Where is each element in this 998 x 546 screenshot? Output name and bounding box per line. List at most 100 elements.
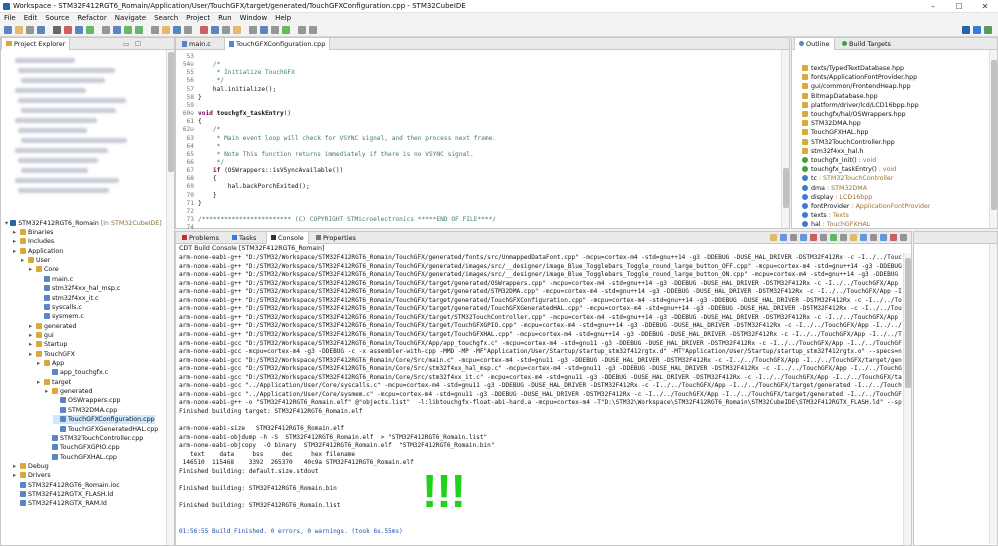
outline-item[interactable]: platform/driver/lcd/LCD16bpp.hpp bbox=[802, 101, 919, 110]
tree-file[interactable]: TouchGFXGPIO.cpp bbox=[45, 443, 120, 452]
outline-item[interactable]: texts : Texts bbox=[802, 211, 849, 220]
console-toolbar-icon[interactable] bbox=[890, 234, 897, 241]
toolbar-icon[interactable] bbox=[37, 26, 45, 34]
editor-scrollbar[interactable] bbox=[781, 50, 789, 228]
tab-main-c[interactable]: main.c bbox=[178, 38, 215, 50]
toolbar-icon[interactable] bbox=[75, 26, 83, 34]
tree-file[interactable]: STM32TouchController.cpp bbox=[45, 434, 143, 443]
toolbar-icon[interactable] bbox=[184, 26, 192, 34]
outline-item[interactable]: dma : STM32DMA bbox=[802, 184, 867, 193]
tree-folder[interactable]: ▸ Drivers bbox=[13, 471, 51, 480]
console-toolbar-icon[interactable] bbox=[820, 234, 827, 241]
console-toolbar-icon[interactable] bbox=[900, 234, 907, 241]
outline-scrollbar-thumb[interactable] bbox=[991, 60, 997, 210]
console-toolbar-icon[interactable] bbox=[870, 234, 877, 241]
console-toolbar-icon[interactable] bbox=[800, 234, 807, 241]
tree-folder[interactable]: ▸ Includes bbox=[13, 237, 54, 246]
outline-item[interactable]: touchgfx/hal/OSWrappers.hpp bbox=[802, 110, 906, 119]
console-toolbar-icon[interactable] bbox=[860, 234, 867, 241]
menu-run[interactable]: Run bbox=[214, 13, 235, 24]
outline-item[interactable]: fontProvider : ApplicationFontProvider bbox=[802, 202, 930, 211]
tab-problems[interactable]: Problems bbox=[178, 232, 223, 244]
tree-folder[interactable]: ▸ Debug bbox=[13, 462, 49, 471]
toolbar-icon[interactable] bbox=[4, 26, 12, 34]
console-scrollbar[interactable] bbox=[903, 253, 911, 545]
menu-search[interactable]: Search bbox=[150, 13, 182, 24]
project-root[interactable]: ▾ STM32F412RGT6_Romain [in STM32CubeIDE] bbox=[5, 219, 162, 228]
tree-file[interactable]: STM32F412RGTX_RAM.ld bbox=[13, 499, 107, 508]
tree-file[interactable]: TouchGFXGeneratedHAL.cpp bbox=[53, 425, 158, 434]
outline-item[interactable]: texts/TypedTextDatabase.hpp bbox=[802, 64, 904, 73]
tree-file[interactable]: stm32f4xx_it.c bbox=[37, 294, 98, 303]
tab-project-explorer[interactable]: Project Explorer bbox=[1, 38, 71, 50]
tree-folder[interactable]: ▸ App bbox=[37, 359, 64, 368]
menu-refactor[interactable]: Refactor bbox=[73, 13, 110, 24]
menu-window[interactable]: Window bbox=[236, 13, 272, 24]
console-toolbar-icon[interactable] bbox=[840, 234, 847, 241]
tree-file[interactable]: TouchGFXConfiguration.cpp bbox=[53, 415, 155, 425]
menu-project[interactable]: Project bbox=[182, 13, 214, 24]
toolbar-icon[interactable] bbox=[113, 26, 121, 34]
console-toolbar-icon[interactable] bbox=[810, 234, 817, 241]
toolbar-icon[interactable] bbox=[233, 26, 241, 34]
toolbar-icon[interactable] bbox=[200, 26, 208, 34]
outline-item[interactable]: fonts/ApplicationFontProvider.hpp bbox=[802, 73, 917, 82]
tree-file[interactable]: STM32F412RGTX_FLASH.ld bbox=[13, 490, 113, 499]
tab-build-targets[interactable]: Build Targets bbox=[838, 38, 895, 50]
perspective-icon-2[interactable] bbox=[973, 26, 981, 34]
tree-folder[interactable]: ▸ Startup bbox=[29, 340, 67, 349]
tab-console[interactable]: Console bbox=[266, 232, 309, 244]
toolbar-icon[interactable] bbox=[271, 26, 279, 34]
toolbar-icon[interactable] bbox=[249, 26, 257, 34]
toolbar-icon[interactable] bbox=[124, 26, 132, 34]
tree-file[interactable]: STM32F412RGT6_Romain.ioc bbox=[13, 481, 120, 490]
tree-file[interactable]: TouchGFXHAL.cpp bbox=[45, 453, 117, 462]
tab-tasks[interactable]: Tasks bbox=[228, 232, 260, 244]
toolbar-icon[interactable] bbox=[211, 26, 219, 34]
tree-file[interactable]: syscalls.c bbox=[37, 303, 82, 312]
tree-scrollbar-thumb[interactable] bbox=[168, 52, 174, 172]
menu-navigate[interactable]: Navigate bbox=[111, 13, 150, 24]
tree-folder[interactable]: ▸ generated bbox=[45, 387, 93, 396]
tree-folder[interactable]: ▸ TouchGFX bbox=[29, 350, 75, 359]
tree-file[interactable]: app_touchgfx.c bbox=[45, 368, 108, 377]
tree-folder[interactable]: ▸ User bbox=[21, 256, 50, 265]
menu-help[interactable]: Help bbox=[271, 13, 295, 24]
close-button[interactable]: ✕ bbox=[972, 0, 998, 13]
tree-file[interactable]: sysmem.c bbox=[37, 312, 84, 321]
toolbar-icon[interactable] bbox=[102, 26, 110, 34]
menu-file[interactable]: File bbox=[0, 13, 20, 24]
toolbar-icon[interactable] bbox=[26, 26, 34, 34]
tab-properties[interactable]: Properties bbox=[312, 232, 360, 244]
toolbar-icon[interactable] bbox=[173, 26, 181, 34]
toolbar-icon[interactable] bbox=[309, 26, 317, 34]
outline-item[interactable]: STM32TouchController.hpp bbox=[802, 138, 895, 147]
console-output[interactable]: arm-none-eabi-g++ "D:/STM32/Workspace/ST… bbox=[176, 253, 902, 535]
outline-item[interactable]: touchgfx_init() : void bbox=[802, 156, 876, 165]
tree-folder[interactable]: ▸ Application bbox=[13, 247, 63, 256]
toolbar-icon[interactable] bbox=[15, 26, 23, 34]
toolbar-icon[interactable] bbox=[64, 26, 72, 34]
console-toolbar-icon[interactable] bbox=[830, 234, 837, 241]
tab-touchgfxconfiguration-cpp[interactable]: TouchGFXConfiguration.cpp bbox=[224, 38, 331, 50]
toolbar-icon[interactable] bbox=[260, 26, 268, 34]
toolbar-icon[interactable] bbox=[222, 26, 230, 34]
outline-item[interactable]: gui/common/FrontendHeap.hpp bbox=[802, 82, 911, 91]
outline-item[interactable]: touchgfx_taskEntry() : void bbox=[802, 165, 896, 174]
editor-scrollbar-thumb[interactable] bbox=[783, 168, 789, 208]
maximize-button[interactable]: ☐ bbox=[946, 0, 972, 13]
code-area[interactable]: 53 54⊖ /* 55 * Initialize TouchGFX 56 */57 … bbox=[176, 50, 780, 231]
outline-item[interactable]: TouchGFXHAL.hpp bbox=[802, 128, 868, 137]
outline-item[interactable]: display : LCD16bpp bbox=[802, 193, 872, 202]
menu-source[interactable]: Source bbox=[41, 13, 73, 24]
toolbar-icon[interactable] bbox=[298, 26, 306, 34]
tree-file[interactable]: stm32f4xx_hal_msp.c bbox=[37, 284, 120, 293]
console-toolbar-icon[interactable] bbox=[790, 234, 797, 241]
outline-item[interactable]: tc : STM32TouchController bbox=[802, 174, 893, 183]
tree-folder[interactable]: ▸ Core bbox=[29, 265, 59, 274]
toolbar-icon[interactable] bbox=[151, 26, 159, 34]
outline-scrollbar[interactable] bbox=[989, 50, 997, 228]
toolbar-icon[interactable] bbox=[135, 26, 143, 34]
console-scrollbar-thumb[interactable] bbox=[905, 258, 911, 388]
toolbar-icon[interactable] bbox=[282, 26, 290, 34]
